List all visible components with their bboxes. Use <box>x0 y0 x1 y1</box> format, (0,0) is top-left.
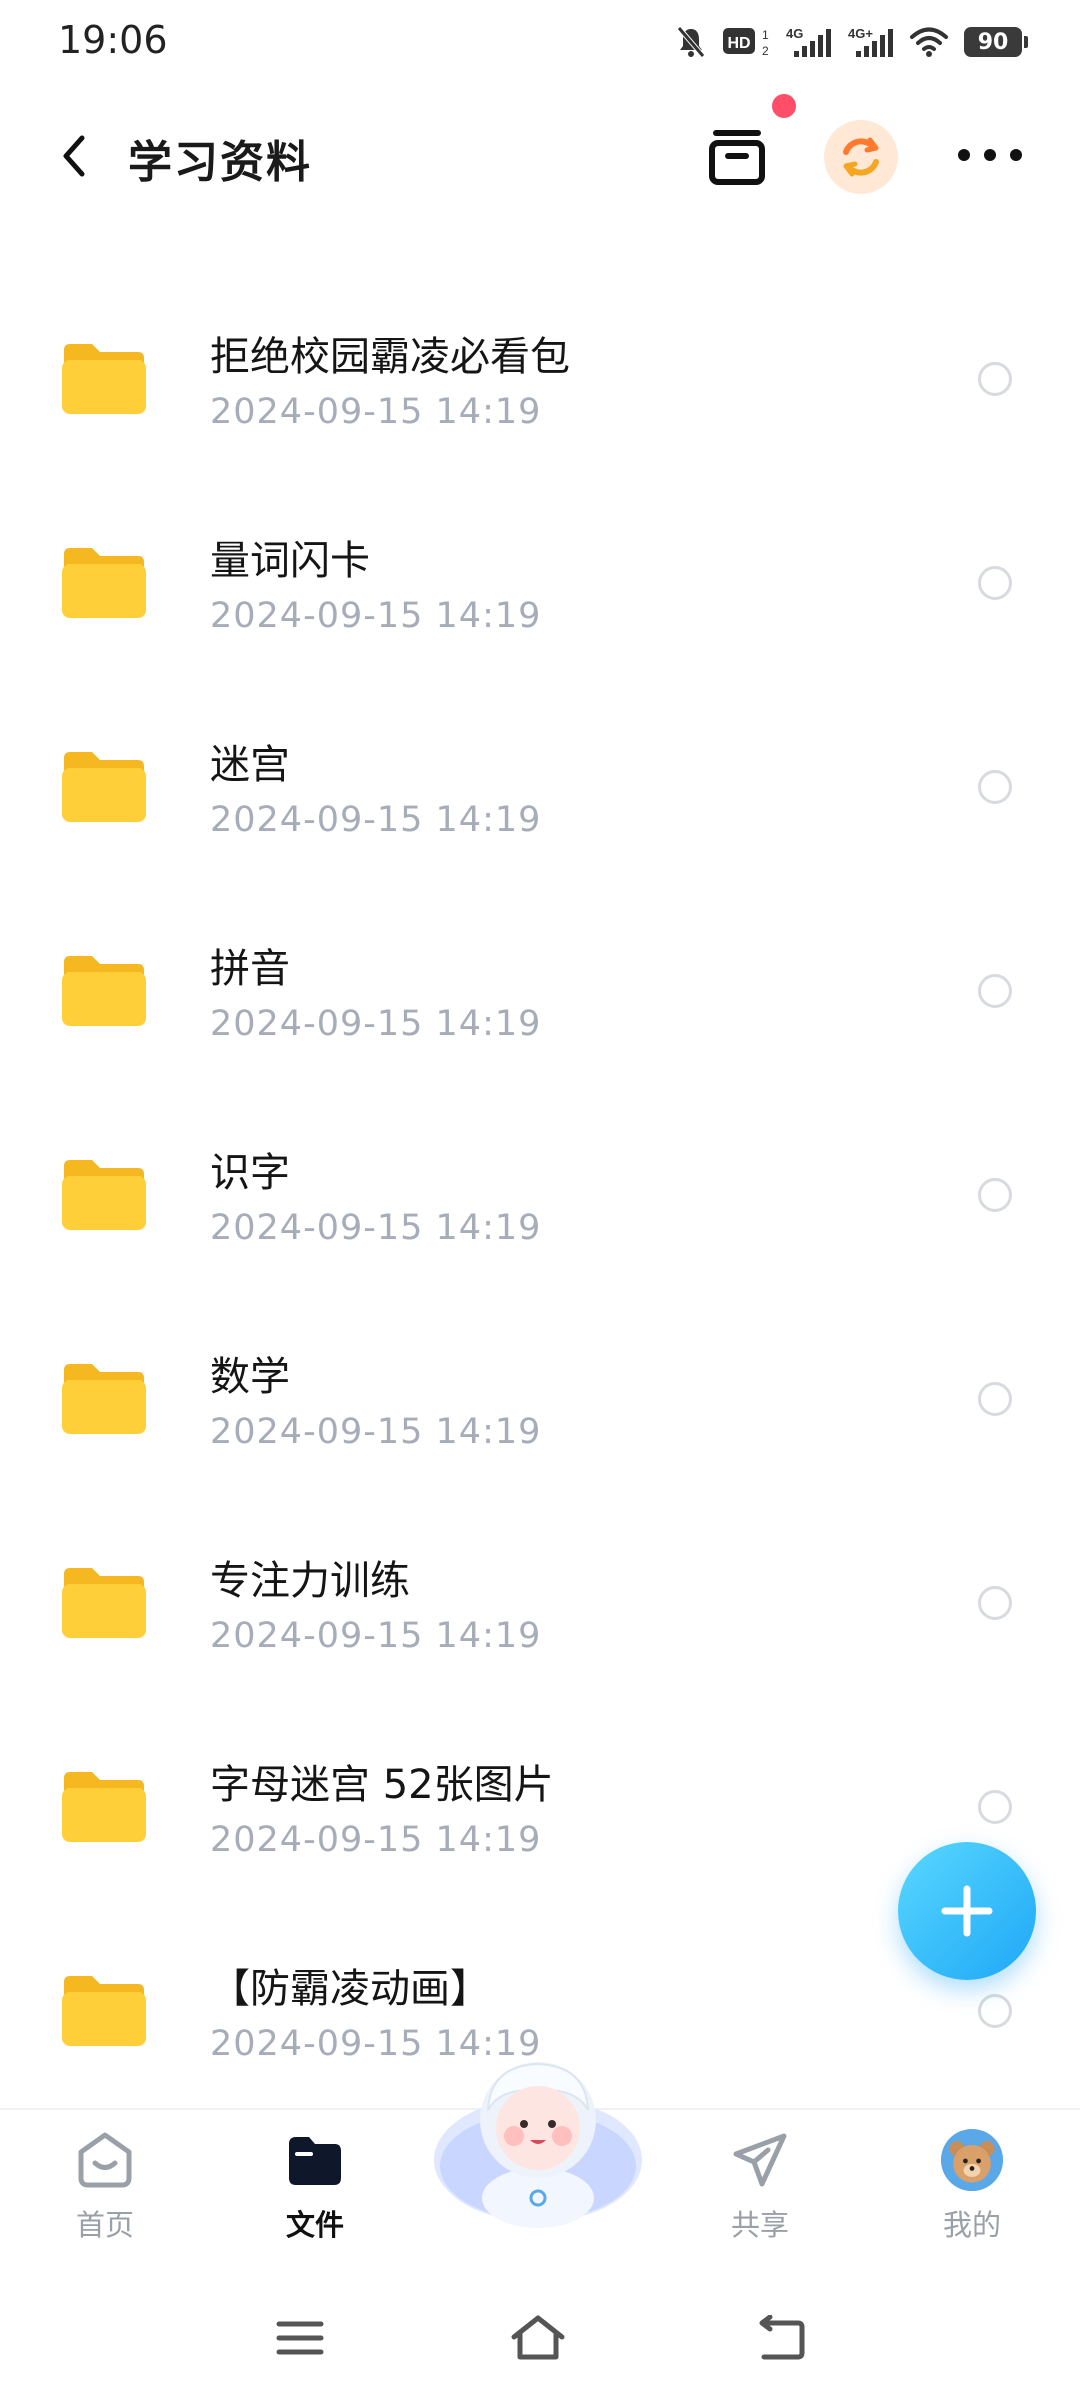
menu-icon <box>276 2321 324 2355</box>
list-item[interactable]: 拼音 2024-09-15 14:19 <box>0 912 1080 1116</box>
nav-label: 我的 <box>942 2208 1001 2242</box>
select-checkbox[interactable] <box>978 1586 1012 1620</box>
header: 学习资料 <box>0 94 1080 210</box>
file-name: 数学 <box>210 1354 290 1400</box>
home-icon <box>511 2315 565 2360</box>
back-icon <box>63 135 85 177</box>
svg-text:1: 1 <box>762 28 769 42</box>
more-icon <box>958 149 970 161</box>
home-icon <box>78 2132 132 2188</box>
nav-share[interactable]: 共享 <box>690 2128 830 2248</box>
back-button[interactable] <box>50 130 98 182</box>
send-icon <box>733 2133 787 2187</box>
file-date: 2024-09-15 14:19 <box>210 392 542 432</box>
list-item[interactable]: 识字 2024-09-15 14:19 <box>0 1116 1080 1320</box>
folder-icon <box>289 2137 341 2185</box>
select-checkbox[interactable] <box>978 566 1012 600</box>
svg-text:HD: HD <box>727 35 750 52</box>
file-name: 【防霸凌动画】 <box>210 1966 490 2012</box>
folder-icon <box>62 752 146 822</box>
select-checkbox[interactable] <box>978 362 1012 396</box>
system-menu-button[interactable] <box>270 2310 330 2366</box>
select-checkbox[interactable] <box>978 974 1012 1008</box>
select-checkbox[interactable] <box>978 1790 1012 1824</box>
status-time: 19:06 <box>58 18 168 62</box>
folder-icon <box>62 1160 146 1230</box>
nav-label: 首页 <box>75 2208 134 2242</box>
file-name: 字母迷宫 52张图片 <box>210 1762 554 1808</box>
select-checkbox[interactable] <box>978 1178 1012 1212</box>
folder-icon <box>62 548 146 618</box>
archive-icon <box>709 130 765 185</box>
file-date: 2024-09-15 14:19 <box>210 1004 542 1044</box>
nav-home[interactable]: 首页 <box>35 2128 175 2248</box>
add-button[interactable] <box>898 1842 1036 1980</box>
more-icon-dot <box>1010 149 1022 161</box>
select-checkbox[interactable] <box>978 1382 1012 1416</box>
svg-text:4G: 4G <box>786 26 803 41</box>
file-date: 2024-09-15 14:19 <box>210 1412 542 1452</box>
folder-icon <box>62 1772 146 1842</box>
folder-icon <box>62 1976 146 2046</box>
file-date: 2024-09-15 14:19 <box>210 596 542 636</box>
file-date: 2024-09-15 14:19 <box>210 800 542 840</box>
list-item[interactable]: 数学 2024-09-15 14:19 <box>0 1320 1080 1524</box>
file-date: 2024-09-15 14:19 <box>210 1208 542 1248</box>
battery-level: 90 <box>977 29 1009 55</box>
notification-dot <box>772 94 796 118</box>
file-date: 2024-09-15 14:19 <box>210 1820 542 1860</box>
plus-icon <box>941 1885 993 1937</box>
system-nav <box>0 2270 1080 2400</box>
battery-icon: 90 <box>964 27 1028 57</box>
page-title: 学习资料 <box>128 137 312 188</box>
svg-text:2: 2 <box>762 44 769 58</box>
svg-text:4G+: 4G+ <box>848 26 873 41</box>
file-name: 量词闪卡 <box>210 538 370 584</box>
sync-button[interactable] <box>824 120 898 194</box>
nav-mine[interactable]: 我的 <box>902 2128 1042 2248</box>
select-checkbox[interactable] <box>978 770 1012 804</box>
status-bar: 19:06 HD 1 2 4G 4G+ 90 <box>0 0 1080 90</box>
list-item[interactable]: 拒绝校园霸凌必看包 2024-09-15 14:19 <box>0 300 1080 504</box>
more-button[interactable] <box>958 140 1022 170</box>
folder-icon <box>62 344 146 414</box>
file-name: 拒绝校园霸凌必看包 <box>210 334 570 380</box>
folder-icon <box>62 1364 146 1434</box>
folder-icon <box>62 1568 146 1638</box>
wifi-icon <box>910 27 948 57</box>
nav-label: 文件 <box>285 2208 344 2242</box>
file-name: 识字 <box>210 1150 290 1196</box>
bear-avatar-icon <box>940 2128 1004 2192</box>
list-item[interactable]: 迷宫 2024-09-15 14:19 <box>0 708 1080 912</box>
mute-bell-icon <box>677 26 705 58</box>
status-icons: HD 1 2 4G 4G+ 90 <box>676 20 1028 64</box>
select-checkbox[interactable] <box>978 1994 1012 2028</box>
signal-4g-plus-icon: 4G+ <box>848 26 893 57</box>
nav-label: 共享 <box>730 2208 789 2242</box>
more-icon-dot <box>984 149 996 161</box>
nav-files[interactable]: 文件 <box>245 2128 385 2248</box>
back-icon <box>759 2315 805 2360</box>
sync-icon <box>843 137 879 177</box>
list-item[interactable]: 专注力训练 2024-09-15 14:19 <box>0 1524 1080 1728</box>
list-item[interactable]: 量词闪卡 2024-09-15 14:19 <box>0 504 1080 708</box>
mascot-icon[interactable] <box>430 2048 646 2228</box>
signal-4g-icon: 4G <box>786 26 831 57</box>
file-date: 2024-09-15 14:19 <box>210 1616 542 1656</box>
hd-icon: HD 1 2 <box>723 28 769 58</box>
file-name: 拼音 <box>210 946 290 992</box>
system-home-button[interactable] <box>508 2310 568 2366</box>
file-name: 迷宫 <box>210 742 290 788</box>
system-back-button[interactable] <box>750 2310 810 2366</box>
file-name: 专注力训练 <box>210 1558 410 1604</box>
folder-icon <box>62 956 146 1026</box>
archive-button[interactable] <box>704 124 770 190</box>
